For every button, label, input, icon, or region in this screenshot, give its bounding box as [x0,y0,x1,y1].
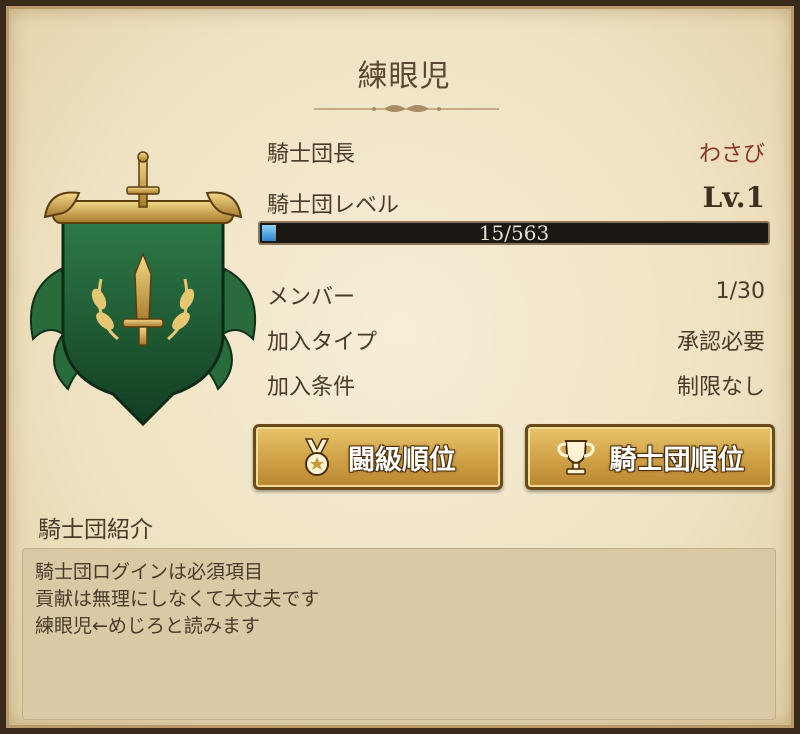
members-label: メンバー [267,285,356,310]
intro-line: 騎士団ログインは必須項目 [35,561,264,583]
intro-line: 貢献は無理にしなくて大丈夫です [35,588,320,610]
battle-rank-label: 闘級順位 [348,444,456,476]
title-ornament-divider [314,105,499,112]
exp-progress-text: 15/563 [478,221,550,245]
join-type-value: 承認必要 [676,330,765,355]
exp-progress-bar: 15/563 [258,221,770,245]
trophy-icon [556,440,595,475]
level-label: 騎士団レベル [267,193,400,218]
medal-icon [304,438,330,476]
guild-rank-button[interactable]: 騎士団順位 [525,424,775,490]
guild-info-panel: 練眼児 騎士団長 わさび 騎士団レベル Lv.1 15/563 メンバー 1/3… [6,6,794,728]
intro-line: 練眼児←めじろと読みます [35,615,260,637]
join-condition-value: 制限なし [676,375,765,400]
guild-intro-heading: 騎士団紹介 [38,517,153,543]
battle-rank-button[interactable]: 闘級順位 [253,424,503,490]
guild-crest-emblem [29,151,257,427]
join-type-label: 加入タイプ [267,330,378,355]
level-value: Lv.1 [702,181,765,214]
join-condition-label: 加入条件 [267,375,356,400]
guild-rank-label: 騎士団順位 [609,444,745,476]
guild-name-title: 練眼児 [357,59,451,94]
guild-intro-box: 騎士団ログインは必須項目 貢献は無理にしなくて大丈夫です 練眼児←めじろと読みま… [22,548,776,720]
leader-label: 騎士団長 [267,142,356,167]
members-value: 1/30 [715,279,765,304]
leader-value[interactable]: わさび [699,136,765,168]
